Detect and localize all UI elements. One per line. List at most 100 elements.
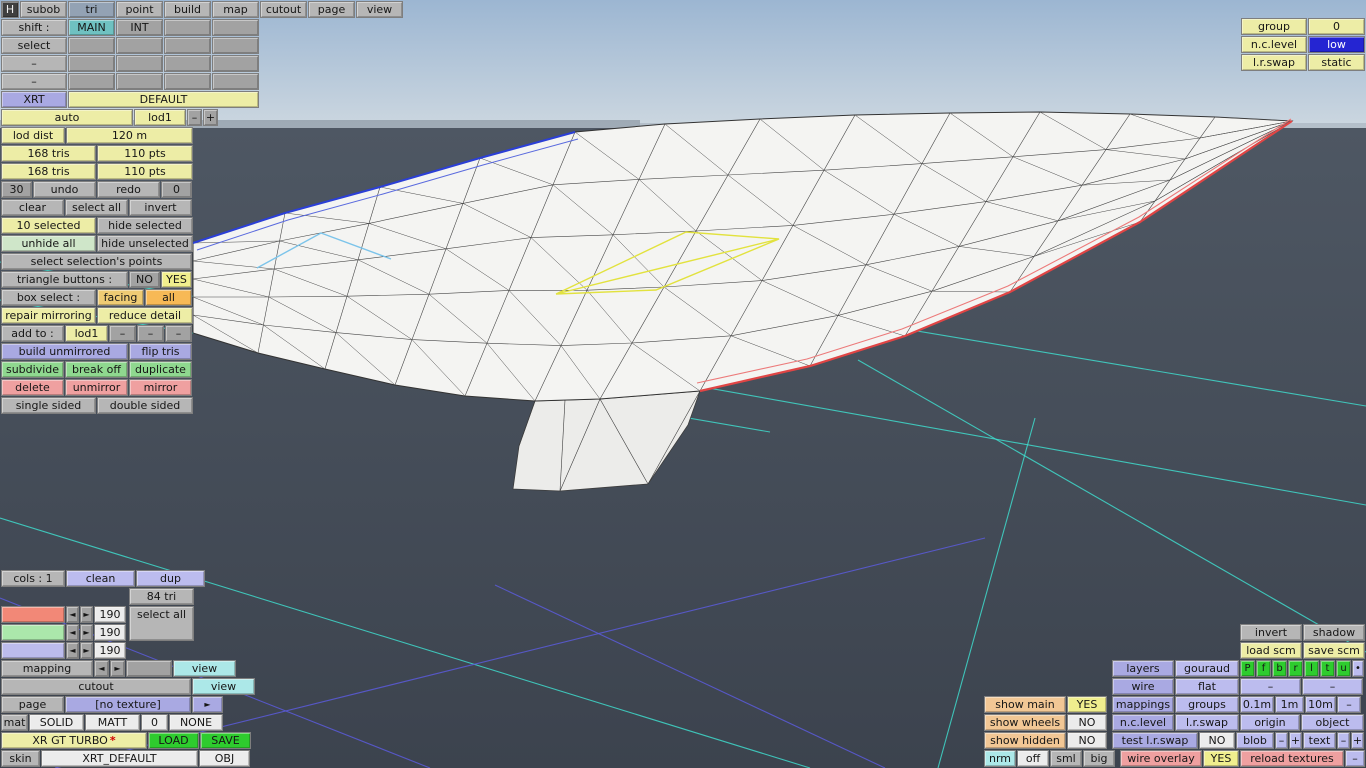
mat-none-button[interactable]: NONE bbox=[169, 714, 223, 731]
lod1-button[interactable]: lod1 bbox=[134, 109, 186, 126]
unhide-all-button[interactable]: unhide all bbox=[1, 235, 96, 252]
color-value-blue[interactable]: 190 bbox=[94, 642, 126, 659]
clear-button[interactable]: clear bbox=[1, 199, 64, 216]
test-lrswap-toggle[interactable]: NO bbox=[1199, 732, 1235, 749]
group-value[interactable]: 0 bbox=[1308, 18, 1365, 35]
tab-point[interactable]: point bbox=[116, 1, 163, 18]
tab-page[interactable]: page bbox=[308, 1, 355, 18]
nrm-off-button[interactable]: off bbox=[1017, 750, 1049, 767]
dash-button[interactable]: – bbox=[1345, 750, 1365, 767]
mapping-button[interactable]: mapping bbox=[1, 660, 93, 677]
origin-button[interactable]: origin bbox=[1240, 714, 1300, 731]
groups-button[interactable]: groups bbox=[1175, 696, 1239, 713]
mirror-button[interactable]: mirror bbox=[129, 379, 192, 396]
nrm-sml-button[interactable]: sml bbox=[1050, 750, 1082, 767]
texture-next-button[interactable]: ► bbox=[192, 696, 223, 713]
dash-button[interactable]: – bbox=[1337, 696, 1361, 713]
break-off-button[interactable]: break off bbox=[65, 361, 128, 378]
mat-solid-button[interactable]: SOLID bbox=[29, 714, 84, 731]
triangle-buttons-yes[interactable]: YES bbox=[161, 271, 192, 288]
tab-tri[interactable]: tri bbox=[68, 1, 115, 18]
xrt-button[interactable]: XRT bbox=[1, 91, 67, 108]
mappings-button[interactable]: mappings bbox=[1112, 696, 1174, 713]
auto-lod-button[interactable]: auto bbox=[1, 109, 133, 126]
test-lrswap-button[interactable]: test l.r.swap bbox=[1112, 732, 1198, 749]
delete-button[interactable]: delete bbox=[1, 379, 64, 396]
lod-plus-button[interactable]: + bbox=[203, 109, 218, 126]
layer-toggle-f[interactable]: f bbox=[1256, 660, 1271, 677]
color-next-button[interactable]: ► bbox=[80, 642, 93, 659]
save-scm-button[interactable]: save scm bbox=[1303, 642, 1365, 659]
dup-button[interactable]: dup bbox=[136, 570, 205, 587]
tab-build[interactable]: build bbox=[164, 1, 211, 18]
text-button[interactable]: text bbox=[1303, 732, 1336, 749]
build-unmirrored-button[interactable]: build unmirrored bbox=[1, 343, 128, 360]
layer-toggle-t[interactable]: t bbox=[1320, 660, 1335, 677]
mapping-next-button[interactable]: ► bbox=[110, 660, 125, 677]
show-wheels-toggle[interactable]: NO bbox=[1067, 714, 1107, 731]
select-mode-button[interactable]: select bbox=[1, 37, 67, 54]
lod-dist-value[interactable]: 120 m bbox=[66, 127, 193, 144]
lod-minus-button[interactable]: – bbox=[187, 109, 202, 126]
undo-button[interactable]: undo bbox=[33, 181, 96, 198]
layer-toggle-b[interactable]: b bbox=[1272, 660, 1287, 677]
mapping-prev-button[interactable]: ◄ bbox=[94, 660, 109, 677]
dash-button[interactable]: – bbox=[1, 55, 67, 72]
color-prev-button[interactable]: ◄ bbox=[66, 624, 79, 641]
shift-main-button[interactable]: MAIN bbox=[68, 19, 115, 36]
reload-textures-button[interactable]: reload textures bbox=[1240, 750, 1344, 767]
unmirror-button[interactable]: unmirror bbox=[65, 379, 128, 396]
color-prev-button[interactable]: ◄ bbox=[66, 642, 79, 659]
clean-button[interactable]: clean bbox=[66, 570, 135, 587]
gouraud-button[interactable]: gouraud bbox=[1175, 660, 1239, 677]
layer-toggle-r[interactable]: r bbox=[1288, 660, 1303, 677]
invert-view-button[interactable]: invert bbox=[1240, 624, 1302, 641]
scale-01m-button[interactable]: 0.1m bbox=[1240, 696, 1274, 713]
text-minus-button[interactable]: – bbox=[1337, 732, 1350, 749]
menu-h-button[interactable]: H bbox=[1, 1, 19, 18]
object-button[interactable]: object bbox=[1301, 714, 1364, 731]
duplicate-button[interactable]: duplicate bbox=[129, 361, 192, 378]
cols-count-button[interactable]: cols : 1 bbox=[1, 570, 65, 587]
load-scm-button[interactable]: load scm bbox=[1240, 642, 1302, 659]
current-vehicle-button[interactable]: XR GT TURBO * bbox=[1, 732, 147, 749]
nrm-big-button[interactable]: big bbox=[1083, 750, 1115, 767]
show-main-toggle[interactable]: YES bbox=[1067, 696, 1107, 713]
flat-button[interactable]: flat bbox=[1175, 678, 1239, 695]
wire-button[interactable]: wire bbox=[1112, 678, 1174, 695]
color-swatch-red[interactable] bbox=[1, 606, 65, 623]
blob-plus-button[interactable]: + bbox=[1289, 732, 1302, 749]
tab-map[interactable]: map bbox=[212, 1, 259, 18]
text-plus-button[interactable]: + bbox=[1351, 732, 1364, 749]
lrswap-view-button[interactable]: l.r.swap bbox=[1175, 714, 1239, 731]
layer-dot-button[interactable]: • bbox=[1352, 660, 1364, 677]
skin-name-button[interactable]: XRT_DEFAULT bbox=[41, 750, 198, 767]
subdivide-button[interactable]: subdivide bbox=[1, 361, 64, 378]
show-hidden-toggle[interactable]: NO bbox=[1067, 732, 1107, 749]
shift-int-button[interactable]: INT bbox=[116, 19, 163, 36]
layer-toggle-u[interactable]: u bbox=[1336, 660, 1351, 677]
wire-overlay-button[interactable]: wire overlay bbox=[1120, 750, 1202, 767]
color-swatch-green[interactable] bbox=[1, 624, 65, 641]
hide-unselected-button[interactable]: hide unselected bbox=[97, 235, 193, 252]
color-swatch-blue[interactable] bbox=[1, 642, 65, 659]
box-select-facing-button[interactable]: facing bbox=[97, 289, 144, 306]
save-button[interactable]: SAVE bbox=[200, 732, 251, 749]
dash-button[interactable]: – bbox=[1, 73, 67, 90]
layers-button[interactable]: layers bbox=[1112, 660, 1174, 677]
add-to-lod1-button[interactable]: lod1 bbox=[65, 325, 108, 342]
load-button[interactable]: LOAD bbox=[148, 732, 199, 749]
double-sided-button[interactable]: double sided bbox=[97, 397, 193, 414]
tab-view[interactable]: view bbox=[356, 1, 403, 18]
add-to-dash-button[interactable]: – bbox=[165, 325, 192, 342]
repair-mirroring-button[interactable]: repair mirroring bbox=[1, 307, 96, 324]
select-selections-points-button[interactable]: select selection's points bbox=[1, 253, 192, 270]
hide-selected-button[interactable]: hide selected bbox=[97, 217, 193, 234]
tab-cutout[interactable]: cutout bbox=[260, 1, 307, 18]
scale-10m-button[interactable]: 10m bbox=[1305, 696, 1336, 713]
blob-minus-button[interactable]: – bbox=[1275, 732, 1288, 749]
mapping-view-button[interactable]: view bbox=[173, 660, 236, 677]
default-config-button[interactable]: DEFAULT bbox=[68, 91, 259, 108]
shadow-button[interactable]: shadow bbox=[1303, 624, 1365, 641]
box-select-all-button[interactable]: all bbox=[145, 289, 192, 306]
